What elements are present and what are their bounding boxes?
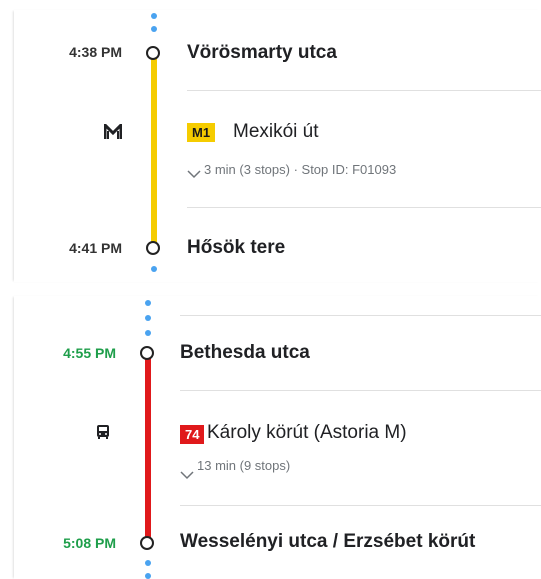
divider bbox=[187, 207, 541, 208]
trip-details[interactable]: 13 min (9 stops) bbox=[197, 458, 290, 473]
route-badge: M1 bbox=[187, 123, 216, 142]
route-line-metro bbox=[151, 58, 157, 243]
departure-stop-name[interactable]: Bethesda utca bbox=[180, 342, 310, 364]
bus-icon bbox=[96, 424, 110, 445]
arrival-stop-name[interactable]: Hősök tere bbox=[187, 237, 285, 259]
arrival-time: 5:08 PM bbox=[63, 535, 116, 551]
stop-node bbox=[146, 241, 160, 255]
walk-dot bbox=[145, 300, 151, 306]
divider bbox=[180, 390, 541, 391]
chevron-down-icon[interactable] bbox=[187, 166, 201, 184]
route-line-bus bbox=[145, 358, 151, 541]
walk-dot bbox=[151, 266, 157, 272]
transit-leg-metro: 4:38 PM Vörösmarty utca M1 Mexikói út 3 … bbox=[14, 10, 541, 282]
stop-node bbox=[140, 536, 154, 550]
arrival-time: 4:41 PM bbox=[69, 240, 122, 256]
walk-dot bbox=[145, 560, 151, 566]
stop-node bbox=[140, 346, 154, 360]
departure-stop-name[interactable]: Vörösmarty utca bbox=[187, 42, 337, 64]
chevron-down-icon[interactable] bbox=[180, 467, 194, 485]
trip-details[interactable]: 3 min (3 stops) · Stop ID: F01093 bbox=[204, 162, 396, 177]
stop-node bbox=[146, 46, 160, 60]
route-headsign[interactable]: Mexikói út bbox=[233, 121, 319, 143]
walk-dot bbox=[151, 26, 157, 32]
divider bbox=[180, 315, 541, 316]
route-badge: 74 bbox=[180, 425, 205, 444]
walk-dot bbox=[145, 573, 151, 579]
transit-leg-bus: 4:55 PM Bethesda utca 74 Károly körút (A… bbox=[14, 296, 541, 579]
divider bbox=[180, 505, 541, 506]
walk-dot bbox=[151, 13, 157, 19]
arrival-stop-name[interactable]: Wesselényi utca / Erzsébet körút bbox=[180, 531, 475, 553]
route-headsign[interactable]: Károly körút (Astoria M) bbox=[207, 422, 407, 444]
departure-time: 4:38 PM bbox=[69, 44, 122, 60]
walk-dot bbox=[145, 315, 151, 321]
departure-time: 4:55 PM bbox=[63, 345, 116, 361]
walk-dot bbox=[145, 330, 151, 336]
divider bbox=[187, 90, 541, 91]
metro-icon bbox=[103, 121, 123, 145]
